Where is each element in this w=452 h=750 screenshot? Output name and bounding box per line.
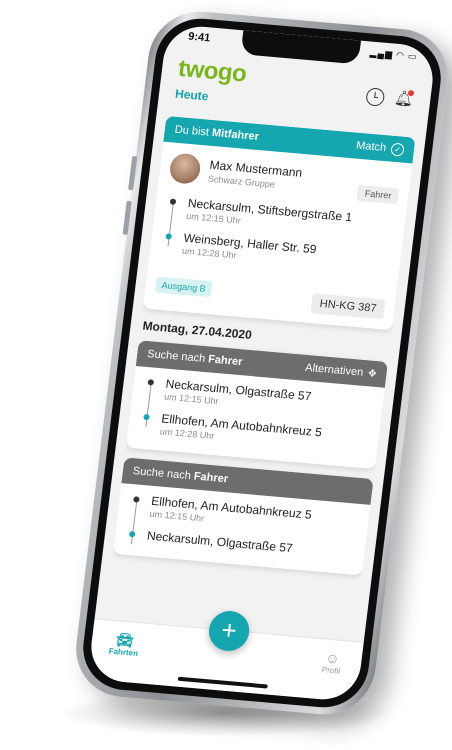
driver-details: Max Mustermann Schwarz Gruppe bbox=[207, 158, 303, 192]
route-stop: Ellhofen, Am Autobahnkreuz 5 um 12:15 Uh… bbox=[133, 494, 357, 537]
role-badge: Fahrer bbox=[356, 184, 400, 205]
app-logo: twogo bbox=[176, 54, 248, 88]
search-card[interactable]: Suche nach Fahrer Alternativen ✥ Neckars… bbox=[125, 340, 389, 470]
page-title: Heute bbox=[174, 86, 210, 104]
status-time: 9:41 bbox=[187, 30, 211, 45]
stop-start-icon bbox=[147, 379, 155, 386]
route-stop: Ellhofen, Am Autobahnkreuz 5 um 12:28 Uh… bbox=[143, 411, 367, 454]
stop-end-icon bbox=[143, 413, 150, 421]
tab-rides-label: Fahrten bbox=[108, 646, 139, 659]
stop-end-icon bbox=[128, 530, 136, 538]
tab-rides[interactable]: 🚘︎ Fahrten bbox=[108, 631, 140, 658]
search-prefix: Suche nach bbox=[146, 348, 209, 366]
route-line bbox=[145, 383, 152, 428]
search-prefix: Suche nach bbox=[132, 465, 195, 483]
search-card[interactable]: Suche nach Fahrer Ellhofen, Am Autobahnk… bbox=[112, 457, 374, 576]
alternatives-label: Alternativen bbox=[304, 361, 364, 379]
user-icon: ☺ bbox=[324, 649, 341, 667]
clock-icon[interactable] bbox=[365, 87, 386, 107]
match-status: Match ✓ bbox=[355, 139, 405, 157]
phone-device: 9:41 ▂▄▆ ◠ ▭ twogo Heute 🔔︎ Du bist Mitf… bbox=[70, 7, 452, 719]
tab-profile[interactable]: ☺ Profil bbox=[321, 649, 342, 676]
route-stop: Neckarsulm, Olgastraße 57 um 12:15 Uhr bbox=[147, 377, 372, 420]
tab-profile-label: Profil bbox=[321, 665, 341, 676]
route-stop: Weinsberg, Haller Str. 59 um 12:28 Uhr bbox=[165, 231, 389, 274]
rides-list[interactable]: Du bist Mitfahrer Match ✓ Max Mustermann… bbox=[104, 115, 416, 642]
license-plate: HN-KG 387 bbox=[310, 293, 386, 320]
stop-start-icon bbox=[133, 496, 140, 503]
route-line bbox=[167, 202, 174, 247]
role-text: Du bist Mitfahrer bbox=[174, 124, 260, 143]
home-indicator bbox=[177, 676, 268, 689]
bell-icon[interactable]: 🔔︎ bbox=[393, 89, 415, 109]
role-value: Mitfahrer bbox=[211, 126, 260, 143]
avatar bbox=[168, 152, 202, 185]
notification-dot bbox=[407, 89, 415, 97]
stop-start-icon bbox=[169, 198, 177, 205]
directions-icon: ✥ bbox=[367, 367, 378, 380]
role-prefix: Du bist bbox=[174, 123, 213, 139]
exit-badge: Ausgang B bbox=[154, 276, 213, 298]
match-card[interactable]: Du bist Mitfahrer Match ✓ Max Mustermann… bbox=[142, 115, 416, 331]
search-text: Suche nach Fahrer bbox=[147, 348, 244, 368]
alternatives-button[interactable]: Alternativen ✥ bbox=[305, 362, 378, 380]
route-stop: Neckarsulm, Stiftsbergstraße 1 um 12:15 … bbox=[169, 196, 394, 239]
volume-down-button bbox=[122, 200, 132, 235]
search-role: Fahrer bbox=[193, 470, 229, 486]
stop-end-icon bbox=[165, 233, 173, 240]
check-circle-icon: ✓ bbox=[390, 142, 405, 157]
volume-up-button bbox=[128, 156, 138, 191]
search-text: Suche nach Fahrer bbox=[132, 465, 229, 485]
system-icons: ▂▄▆ ◠ ▭ bbox=[369, 47, 419, 62]
search-role: Fahrer bbox=[207, 353, 244, 369]
match-label: Match bbox=[355, 139, 387, 155]
route-line bbox=[130, 500, 138, 545]
